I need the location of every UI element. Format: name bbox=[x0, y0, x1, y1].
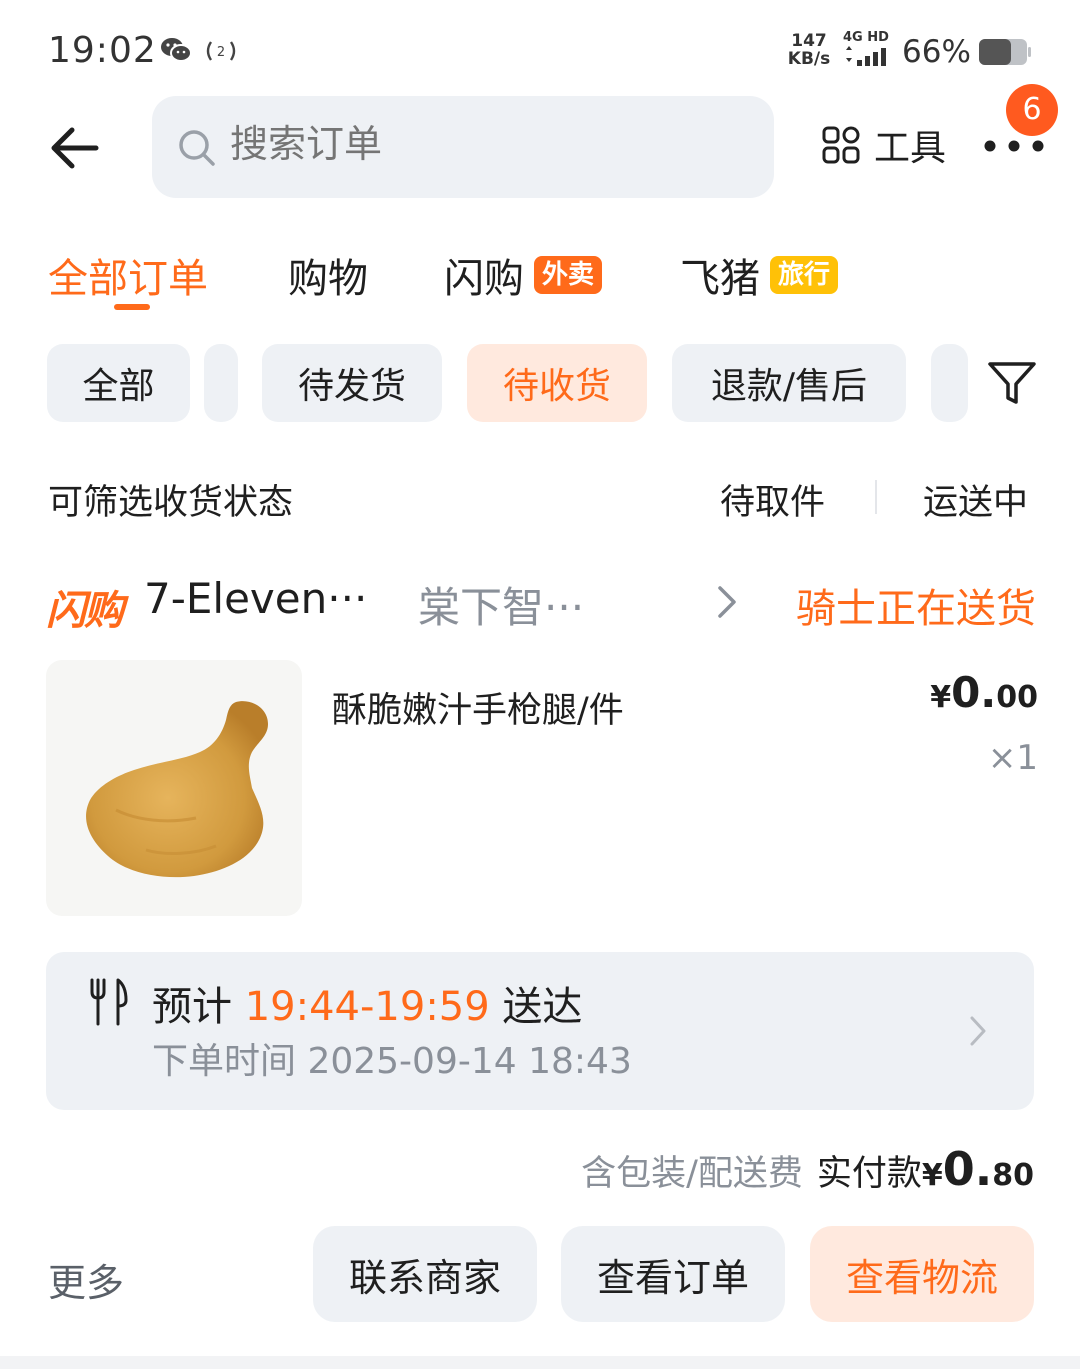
tools-label: 工具 bbox=[874, 128, 947, 169]
total-decimal: 80 bbox=[992, 1158, 1034, 1193]
chip-label: 全部 bbox=[82, 366, 155, 407]
eta-suffix: 送达 bbox=[502, 984, 583, 1030]
chip-partial-right[interactable] bbox=[931, 344, 968, 422]
tab-shopping[interactable]: 购物 bbox=[288, 246, 368, 304]
option-awaiting-pickup[interactable]: 待取件 bbox=[720, 474, 825, 525]
product-name[interactable]: 酥脆嫩汁手枪腿/件 bbox=[332, 682, 624, 733]
divider bbox=[875, 480, 877, 514]
battery-icon bbox=[979, 39, 1031, 65]
contact-seller-button[interactable]: 联系商家 bbox=[313, 1226, 537, 1322]
signal-bars-icon bbox=[846, 46, 886, 66]
tab-all-orders[interactable]: 全部订单 bbox=[48, 246, 208, 304]
chip-pending-receive[interactable]: 待收货 bbox=[467, 344, 647, 422]
total-integer: 0. bbox=[942, 1142, 993, 1196]
chip-label: 退款/售后 bbox=[710, 366, 868, 407]
product-quantity: ×1 bbox=[987, 738, 1038, 778]
next-card-edge bbox=[0, 1356, 1080, 1369]
chicken-leg-image bbox=[86, 701, 268, 878]
price-decimal: 00 bbox=[996, 680, 1038, 715]
option-in-transit[interactable]: 运送中 bbox=[923, 474, 1028, 525]
eta-line: 预计 19:44-19:59 送达 bbox=[152, 974, 582, 1032]
notification-badge: 6 bbox=[1006, 84, 1058, 136]
more-link[interactable]: 更多 bbox=[48, 1252, 124, 1307]
nfc-icon: 2 bbox=[206, 41, 236, 61]
tools-button[interactable]: 工具 bbox=[822, 122, 947, 169]
speed-value: 147 bbox=[791, 31, 827, 51]
fork-knife-icon bbox=[90, 978, 128, 1026]
shangou-logo: 闪购 bbox=[46, 588, 124, 634]
signal-indicator: 4G HD bbox=[843, 30, 893, 70]
svg-text:2: 2 bbox=[217, 45, 225, 60]
currency-symbol: ¥ bbox=[930, 680, 952, 715]
chip-all[interactable]: 全部 bbox=[47, 344, 190, 422]
speed-unit: KB/s bbox=[787, 49, 831, 69]
search-input[interactable] bbox=[230, 122, 730, 166]
paid-amount: ¥0.80 bbox=[922, 1142, 1034, 1196]
shop-row[interactable]: 闪购 7-Eleven··· 棠下智··· 骑士正在送货 bbox=[46, 570, 1036, 634]
price-integer: 0. bbox=[951, 668, 997, 717]
status-time: 19:02 bbox=[48, 30, 157, 71]
search-icon bbox=[179, 130, 215, 166]
chip-pending-ship[interactable]: 待发货 bbox=[262, 344, 442, 422]
order-status: 骑士正在送货 bbox=[796, 586, 1036, 632]
currency-symbol: ¥ bbox=[921, 1158, 943, 1193]
chip-refund[interactable]: 退款/售后 bbox=[672, 344, 906, 422]
status-bar: 19:02 2 147 KB/s 4G HD 66% bbox=[0, 0, 1080, 96]
wechat-icon bbox=[161, 38, 192, 62]
network-type: 4G HD bbox=[843, 30, 889, 45]
chip-label: 待发货 bbox=[297, 366, 406, 407]
tab-label: 购物 bbox=[288, 256, 368, 302]
chevron-right-icon bbox=[718, 586, 736, 618]
back-arrow-icon[interactable] bbox=[46, 120, 106, 176]
view-logistics-button[interactable]: 查看物流 bbox=[810, 1226, 1034, 1322]
product-price: ¥0.00 bbox=[930, 668, 1038, 717]
paid-label: 实付款 bbox=[816, 1154, 922, 1194]
delivery-info-box[interactable]: 预计 19:44-19:59 送达 下单时间 2025-09-14 18:43 bbox=[46, 952, 1034, 1110]
receive-status-label: 可筛选收货状态 bbox=[48, 483, 294, 523]
tab-fliggy[interactable]: 飞猪 旅行 bbox=[680, 246, 839, 304]
tab-label: 闪购 bbox=[444, 256, 524, 302]
main-tabs: 全部订单 购物 闪购 外卖 飞猪 旅行 bbox=[0, 240, 1080, 320]
filter-funnel-icon[interactable] bbox=[986, 360, 1038, 406]
chevron-right-icon bbox=[970, 1016, 986, 1046]
order-time: 下单时间 2025-09-14 18:43 bbox=[152, 1041, 632, 1082]
travel-tag: 旅行 bbox=[770, 256, 839, 294]
product-image[interactable] bbox=[46, 660, 302, 916]
tab-label: 飞猪 bbox=[680, 256, 760, 302]
eta-time: 19:44-19:59 bbox=[244, 984, 490, 1030]
shop-branch: 棠下智··· bbox=[418, 583, 585, 632]
grid-tools-icon bbox=[822, 126, 860, 164]
search-bar[interactable] bbox=[152, 96, 774, 198]
view-order-button[interactable]: 查看订单 bbox=[561, 1226, 785, 1322]
shop-name: 7-Eleven··· bbox=[144, 574, 368, 623]
active-tab-underline bbox=[114, 304, 150, 310]
chip-partial[interactable] bbox=[204, 344, 238, 422]
network-speed: 147 KB/s bbox=[786, 32, 832, 68]
chip-label: 待收货 bbox=[502, 366, 611, 407]
takeout-tag: 外卖 bbox=[534, 256, 603, 294]
tab-shangou[interactable]: 闪购 外卖 bbox=[444, 246, 603, 304]
fee-note: 含包装/配送费 bbox=[581, 1154, 803, 1194]
battery-percent: 66% bbox=[902, 34, 971, 70]
tab-label: 全部订单 bbox=[48, 256, 208, 302]
total-row: 含包装/配送费 实付款 ¥0.80 bbox=[581, 1142, 1034, 1196]
eta-prefix: 预计 bbox=[152, 984, 232, 1030]
